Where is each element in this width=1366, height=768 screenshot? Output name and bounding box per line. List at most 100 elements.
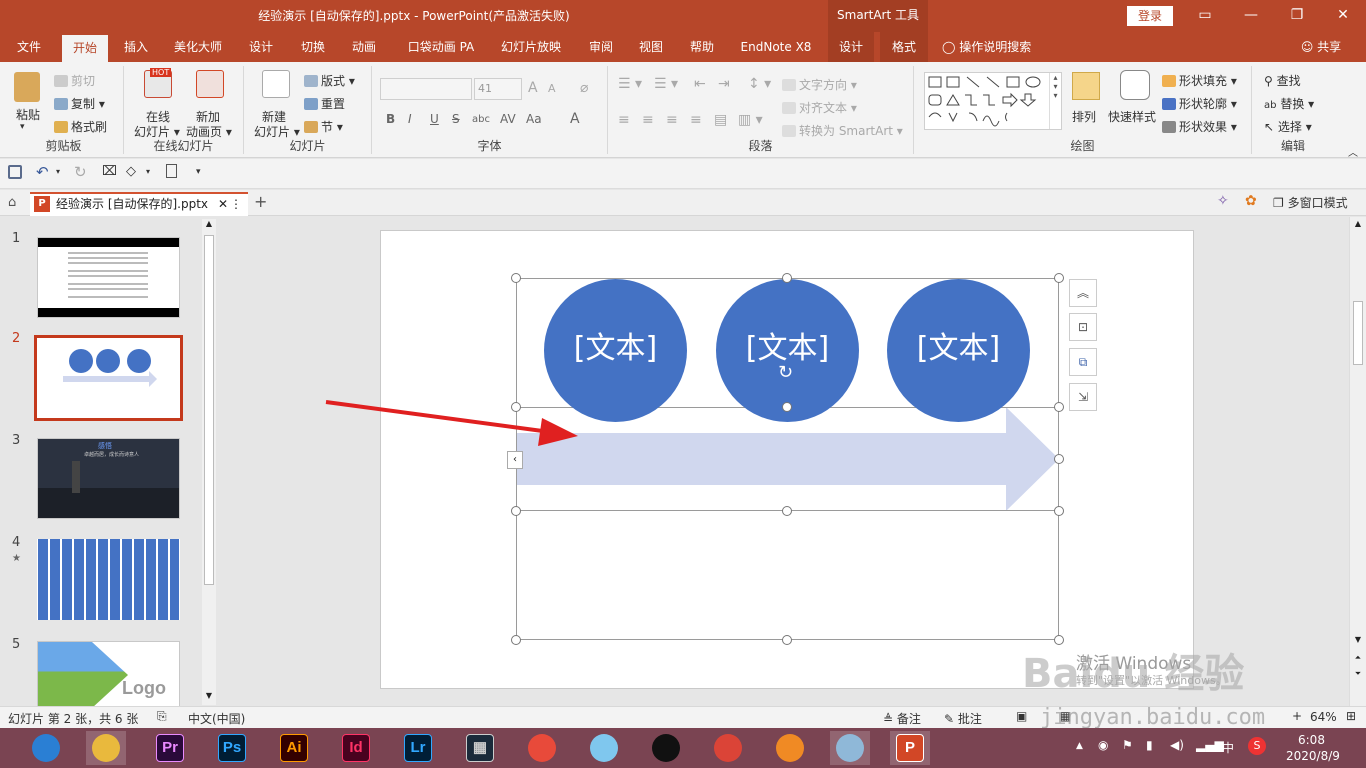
quick-styles-button[interactable]: 快速样式 xyxy=(1108,108,1156,125)
columns-icon[interactable]: ▥ ▾ xyxy=(738,112,763,128)
taskbar-folder-button[interactable] xyxy=(86,731,126,765)
selection-handles[interactable] xyxy=(509,271,1069,649)
taskbar-lightroom-button[interactable]: Lr xyxy=(398,731,438,765)
restore-button[interactable]: ❐ xyxy=(1274,0,1320,32)
tab-insert[interactable]: 插入 xyxy=(113,32,159,62)
text-pane-toggle-icon[interactable]: ‹ xyxy=(507,451,523,469)
numbering-icon[interactable]: ☰ ▾ xyxy=(654,76,678,92)
spellcheck-icon[interactable]: ⎘ xyxy=(157,709,167,724)
slide-scroll-thumb[interactable] xyxy=(1353,301,1363,365)
char-spacing-button[interactable]: AV xyxy=(500,112,516,126)
shrink-font-button[interactable]: A xyxy=(548,82,556,95)
tab-endnote[interactable]: EndNote X8 xyxy=(734,32,818,62)
tab-file[interactable]: 文件 xyxy=(6,32,52,62)
tab-menu-icon[interactable]: ⋮ xyxy=(230,194,242,214)
align-text-button[interactable]: 对齐文本 ▾ xyxy=(782,99,857,116)
taskbar-powerpoint-button[interactable]: P xyxy=(890,731,930,765)
tab-smartart-design[interactable]: 设计 xyxy=(828,32,874,62)
resize-icon[interactable]: ⇲ xyxy=(1069,383,1097,411)
tab-help[interactable]: 帮助 xyxy=(679,32,725,62)
tab-beautify[interactable]: 美化大师 xyxy=(165,32,231,62)
collapse-icon[interactable]: ︽ xyxy=(1069,279,1097,307)
copy-button[interactable]: 复制 ▾ xyxy=(54,95,105,112)
taskbar-photoshop-button[interactable]: Ps xyxy=(212,731,252,765)
redo-icon[interactable]: ↻ xyxy=(74,163,87,181)
sogou-input-icon[interactable]: S xyxy=(1248,737,1266,755)
touch-mode-icon[interactable]: ◇ xyxy=(126,164,136,179)
line-spacing-icon[interactable]: ↕ ▾ xyxy=(748,76,771,92)
layout-options-icon[interactable]: ⊡ xyxy=(1069,313,1097,341)
strikethrough-button[interactable]: S xyxy=(452,112,460,126)
save-icon[interactable] xyxy=(8,165,22,179)
zoom-level[interactable]: 64% xyxy=(1310,710,1337,724)
find-button[interactable]: ⚲ 查找 xyxy=(1264,72,1301,89)
share-button[interactable]: ☺ 共享 xyxy=(1296,32,1346,62)
new-tab-icon[interactable]: + xyxy=(254,192,267,211)
paste-button[interactable]: 粘贴 xyxy=(16,106,40,123)
slide-scrollbar[interactable]: ▲ ▼ ⏶ ⏷ xyxy=(1349,217,1366,706)
bold-button[interactable]: B xyxy=(386,112,395,126)
italic-button[interactable]: I xyxy=(408,112,412,126)
paste-dropdown-icon[interactable]: ▾ xyxy=(20,122,25,132)
ribbon-display-options-button[interactable]: ▭ xyxy=(1182,0,1228,32)
network-icon[interactable]: ▂▄▆ xyxy=(1196,738,1224,752)
tab-pocket-animation[interactable]: 口袋动画 PA xyxy=(398,32,484,62)
replace-button[interactable]: ab 替换 ▾ xyxy=(1264,95,1314,112)
bullets-icon[interactable]: ☰ ▾ xyxy=(618,76,642,92)
slide-thumbnail-3[interactable]: 感悟 卓越而居，成长而诗意人 xyxy=(37,438,180,519)
taskbar-wps-button[interactable] xyxy=(522,731,562,765)
justify-icon[interactable]: ≡ xyxy=(690,112,702,128)
shapes-gallery[interactable]: ▴ ▾ ▾ xyxy=(924,72,1062,130)
grow-font-button[interactable]: A xyxy=(528,80,538,96)
slide-thumbnail-1[interactable] xyxy=(37,237,180,318)
tray-expand-icon[interactable]: ▲ xyxy=(1076,741,1083,751)
taskbar-paint-button[interactable] xyxy=(584,731,624,765)
font-size-select[interactable]: 41 xyxy=(474,78,522,100)
undo-dropdown-icon[interactable]: ▾ xyxy=(56,167,60,176)
underline-button[interactable]: U xyxy=(430,112,439,126)
tab-review[interactable]: 审阅 xyxy=(578,32,624,62)
align-left-icon[interactable]: ≡ xyxy=(618,112,630,128)
cut-button[interactable]: 剪切 xyxy=(54,72,95,89)
select-button[interactable]: ↖ 选择 ▾ xyxy=(1264,118,1312,135)
tab-smartart-format[interactable]: 格式 xyxy=(880,32,928,62)
customize-qat-icon[interactable]: ▾ xyxy=(196,167,201,177)
increase-indent-icon[interactable]: ⇥ xyxy=(718,76,730,92)
scroll-thumb[interactable] xyxy=(204,235,214,585)
slide-scroll-down-icon[interactable]: ▼ xyxy=(1350,635,1366,644)
normal-view-icon[interactable]: ▣ xyxy=(1016,709,1027,723)
distribute-icon[interactable]: ▤ xyxy=(714,112,727,128)
change-case-button[interactable]: Aa xyxy=(526,112,542,126)
next-slide-icon[interactable]: ⏷ xyxy=(1350,669,1366,679)
fit-slide-icon[interactable]: ⊞ xyxy=(1346,709,1356,723)
taskbar-video-button[interactable]: ▦ xyxy=(460,731,500,765)
decrease-indent-icon[interactable]: ⇤ xyxy=(694,76,706,92)
taskbar-illustrator-button[interactable]: Ai xyxy=(274,731,314,765)
taskbar-chrome-button[interactable] xyxy=(708,731,748,765)
home-icon[interactable]: ⌂ xyxy=(8,195,16,210)
shape-fill-button[interactable]: 形状填充 ▾ xyxy=(1162,72,1237,89)
input-language[interactable]: 中 xyxy=(1222,739,1234,756)
taskbar-premiere-button[interactable]: Pr xyxy=(150,731,190,765)
settings-gear-icon[interactable]: ✿ xyxy=(1245,193,1257,209)
align-right-icon[interactable]: ≡ xyxy=(666,112,678,128)
format-shape-icon[interactable]: ⧉ xyxy=(1069,348,1097,376)
reset-button[interactable]: 重置 xyxy=(304,95,345,112)
slide-scroll-up-icon[interactable]: ▲ xyxy=(1350,219,1366,228)
taskbar-sogou-button[interactable] xyxy=(770,731,810,765)
tell-me-search[interactable]: ◯ 操作说明搜索 xyxy=(942,32,1052,62)
new-document-icon[interactable] xyxy=(166,164,177,178)
language-indicator[interactable]: 中文(中国) xyxy=(188,710,245,727)
zoom-in-icon[interactable]: + xyxy=(1292,709,1302,723)
align-center-icon[interactable]: ≡ xyxy=(642,112,654,128)
taskbar-indesign-button[interactable]: Id xyxy=(336,731,376,765)
comments-button[interactable]: ✎ 批注 xyxy=(944,710,982,727)
document-tab[interactable]: P 经验演示 [自动保存的].pptx ✕ ⋮ xyxy=(30,192,248,216)
undo-icon[interactable]: ↶ xyxy=(36,163,49,181)
tab-home[interactable]: 开始 xyxy=(62,35,108,62)
slide-thumbnail-5[interactable]: Logo xyxy=(37,641,180,707)
prev-slide-icon[interactable]: ⏶ xyxy=(1350,653,1366,663)
shape-effects-button[interactable]: 形状效果 ▾ xyxy=(1162,118,1237,135)
taskbar-browser-button[interactable] xyxy=(26,731,66,765)
arrange-button[interactable]: 排列 xyxy=(1072,108,1096,125)
